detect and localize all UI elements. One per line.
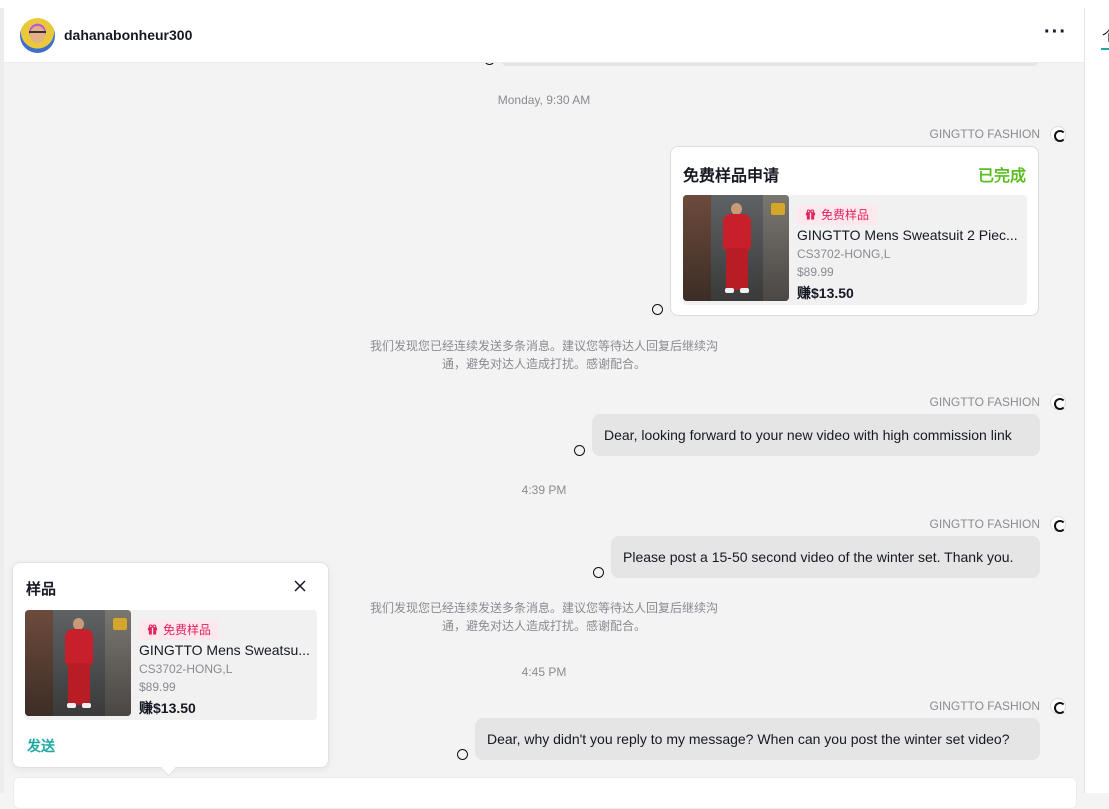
chat-header: dahanabonheur300 ··· xyxy=(4,8,1084,63)
system-notice: 我们发现您已经连续发送多条消息。建议您等待达人回复后继续沟 通，避免对达人造成打… xyxy=(369,339,718,371)
shop-avatar-icon xyxy=(1050,394,1066,410)
sender-name: GINGTTO FASHION xyxy=(929,517,1040,531)
card-title: 免费样品申请 xyxy=(683,168,780,185)
product-image xyxy=(25,610,131,716)
sample-popup: 样品 免费样品 GINGTTO Mens Sweatsu... CS3702-H… xyxy=(12,562,329,777)
avatar[interactable] xyxy=(20,18,55,53)
shop-avatar-icon xyxy=(1050,516,1066,532)
tab-active-indicator xyxy=(1101,48,1109,50)
product-sku: CS3702-HONG,L xyxy=(797,247,891,261)
product-image xyxy=(683,195,789,301)
read-status-icon xyxy=(457,749,468,760)
product-item[interactable]: 免费样品 GINGTTO Mens Sweatsuit 2 Piec... CS… xyxy=(683,195,1027,305)
send-button[interactable]: 发送 xyxy=(27,736,55,756)
message-bubble[interactable]: Dear, looking forward to your new video … xyxy=(592,414,1040,456)
sender-name: GINGTTO FASHION xyxy=(929,127,1040,141)
badge-label: 免费样品 xyxy=(821,208,870,222)
gift-icon xyxy=(805,209,816,220)
commission-earn: 赚$13.50 xyxy=(797,285,854,301)
read-status-icon xyxy=(574,445,585,456)
free-sample-badge: 免费样品 xyxy=(139,620,220,640)
product-price: $89.99 xyxy=(797,265,834,279)
chat-username[interactable]: dahanabonheur300 xyxy=(64,27,192,43)
product-price: $89.99 xyxy=(139,680,176,694)
status-badge: 已完成 xyxy=(977,168,1026,185)
system-notice: 我们发现您已经连续发送多条消息。建议您等待达人回复后继续沟 通，避免对达人造成打… xyxy=(369,601,718,633)
free-sample-badge: 免费样品 xyxy=(797,205,878,225)
sender-name: GINGTTO FASHION xyxy=(929,699,1040,713)
close-icon[interactable] xyxy=(291,577,309,595)
gift-icon xyxy=(147,624,158,635)
shop-avatar-icon xyxy=(1050,698,1066,714)
tab-right[interactable]: 个 xyxy=(1102,26,1109,46)
sample-request-card[interactable]: 免费样品申请 已完成 免费样品 GINGTTO Mens Sweatsuit 2… xyxy=(670,146,1039,316)
message-composer[interactable] xyxy=(13,777,1077,809)
shop-avatar-icon xyxy=(1050,126,1066,142)
badge-label: 免费样品 xyxy=(163,623,212,637)
message-timestamp: Monday, 9:30 AM xyxy=(497,93,591,107)
product-name: GINGTTO Mens Sweatsuit 2 Piec... xyxy=(797,227,1018,243)
sender-name: GINGTTO FASHION xyxy=(929,395,1040,409)
message-bubble[interactable]: Please post a 15-50 second video of the … xyxy=(611,536,1040,578)
read-status-icon xyxy=(652,304,663,315)
message-timestamp: 4:39 PM xyxy=(521,483,567,497)
product-name: GINGTTO Mens Sweatsu... xyxy=(139,642,310,658)
read-status-icon xyxy=(593,567,604,578)
right-side-panel: 个 xyxy=(1084,8,1109,793)
product-item[interactable]: 免费样品 GINGTTO Mens Sweatsu... CS3702-HONG… xyxy=(25,610,317,720)
more-horizontal-icon[interactable]: ··· xyxy=(1044,22,1067,42)
product-sku: CS3702-HONG,L xyxy=(139,662,233,676)
popup-title: 样品 xyxy=(26,581,57,598)
message-bubble[interactable]: Dear, why didn't you reply to my message… xyxy=(475,718,1040,760)
commission-earn: 赚$13.50 xyxy=(139,700,196,716)
